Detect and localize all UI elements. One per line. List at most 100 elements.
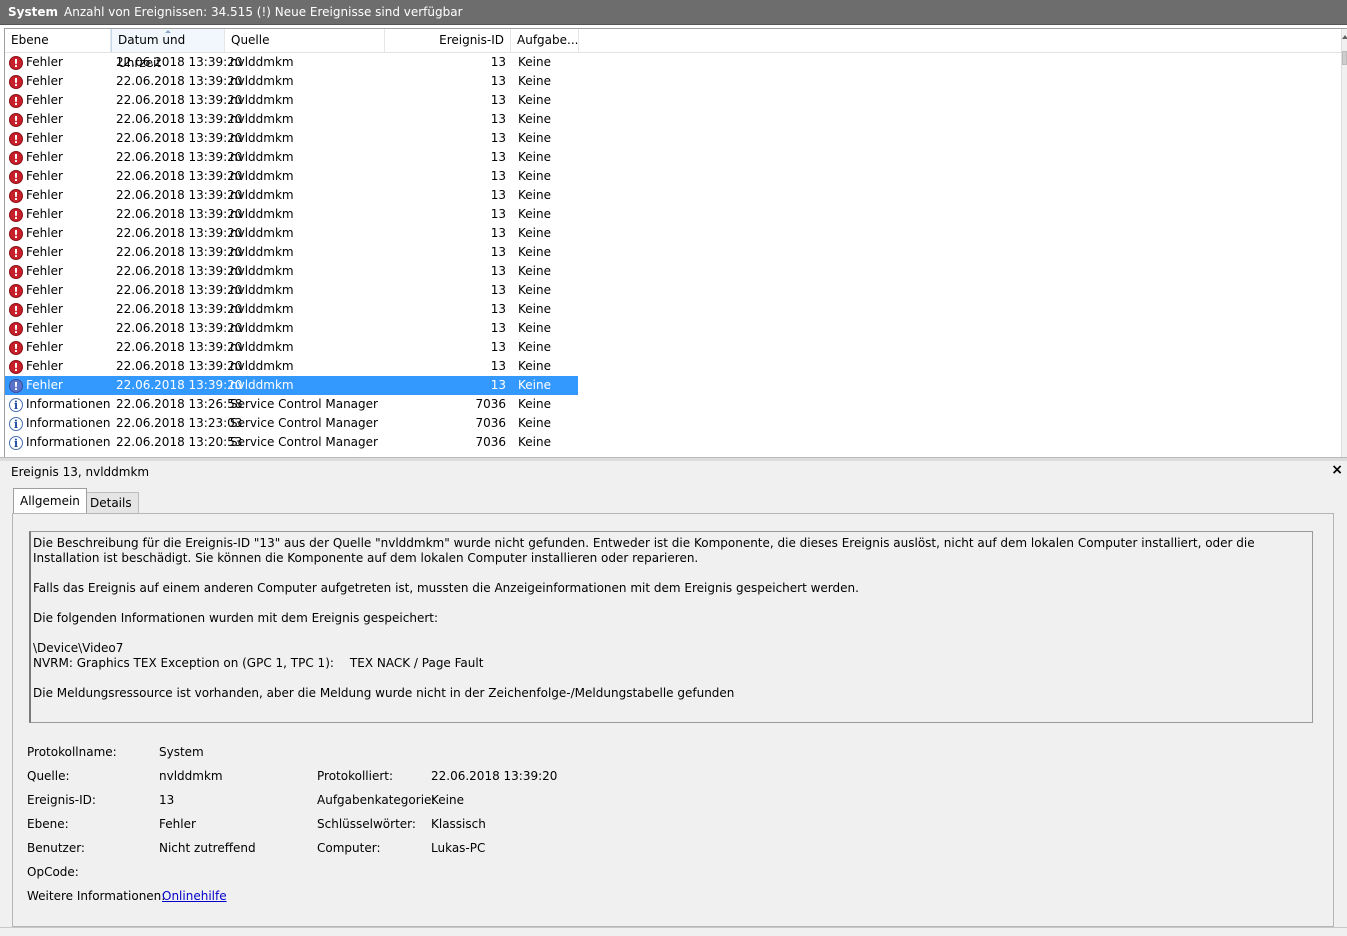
tab-general[interactable]: Allgemein [13,488,87,513]
table-row[interactable]: ! Fehler 22.06.2018 13:39:20 nvlddmkm 13 Kein… [5,53,1342,72]
cell-level: ! Fehler [9,262,111,281]
vertical-scrollbar[interactable] [1341,29,1347,457]
table-row[interactable]: ! Fehler 22.06.2018 13:39:20 nvlddmkm 13 Kein… [5,338,1342,357]
cell-datetime: 22.06.2018 13:39:20 [116,283,243,297]
level-text: Fehler [26,188,63,202]
cell-task: Keine [518,283,551,297]
table-row[interactable]: ! Fehler 22.06.2018 13:39:20 nvlddmkm 13 Kein… [5,300,1342,319]
cell-datetime: 22.06.2018 13:39:20 [116,302,243,316]
table-row[interactable]: ! Fehler 22.06.2018 13:39:20 nvlddmkm 13 Kein… [5,72,1342,91]
table-row[interactable]: ! Fehler 22.06.2018 13:39:20 nvlddmkm 13 Kein… [5,376,1342,395]
level-text: Fehler [26,74,63,88]
cell-datetime: 22.06.2018 13:39:20 [116,188,243,202]
column-datetime[interactable]: Datum und Uhrzeit [111,29,225,70]
table-row[interactable]: ! Fehler 22.06.2018 13:39:20 nvlddmkm 13 Kein… [5,91,1342,110]
cell-event-id: 13 [490,226,506,240]
level-text: Fehler [26,264,63,278]
level-text: Fehler [26,55,63,69]
scroll-up-icon[interactable] [1342,33,1347,41]
description-p2: Falls das Ereignis auf einem anderen Com… [33,581,859,595]
cell-task: Keine [518,169,551,183]
table-row[interactable]: i Informationen 22.06.2018 13:20:53 Service… [5,433,1342,452]
scroll-thumb[interactable] [1342,51,1347,65]
error-icon: ! [9,283,23,298]
description-p3: Die folgenden Informationen wurden mit d… [33,611,439,625]
table-row[interactable]: ! Fehler 22.06.2018 13:39:20 nvlddmkm 13 Kein… [5,186,1342,205]
cell-source: nvlddmkm [230,169,294,183]
table-row[interactable]: i Informationen 22.06.2018 13:23:03 Service… [5,414,1342,433]
cell-task: Keine [518,245,551,259]
cell-source: nvlddmkm [230,112,294,126]
level-text: Fehler [26,226,63,240]
cell-task: Keine [518,264,551,278]
table-row[interactable]: ! Fehler 22.06.2018 13:39:20 nvlddmkm 13 Kein… [5,281,1342,300]
cell-source: Service Control Manager [230,435,378,449]
table-row[interactable]: ! Fehler 22.06.2018 13:39:20 nvlddmkm 13 Kein… [5,224,1342,243]
event-count-status[interactable]: Anzahl von Ereignissen: 34.515 (!) Neue … [64,5,463,19]
level-value: Fehler [159,817,196,831]
cell-task: Keine [518,150,551,164]
cell-source: nvlddmkm [230,188,294,202]
event-description[interactable]: Die Beschreibung für die Ereignis-ID "13… [29,531,1313,723]
info-icon: i [9,416,23,431]
log-name: System [8,5,58,19]
nvrm-detail: TEX NACK / Page Fault [349,656,484,670]
cell-datetime: 22.06.2018 13:39:20 [116,169,243,183]
column-event-id[interactable]: Ereignis-ID [385,29,511,52]
table-row[interactable]: ! Fehler 22.06.2018 13:39:20 nvlddmkm 13 Kein… [5,110,1342,129]
table-row[interactable]: ! Fehler 22.06.2018 13:39:20 nvlddmkm 13 Kein… [5,319,1342,338]
source-value: nvlddmkm [159,769,223,783]
cell-task: Keine [518,340,551,354]
error-icon: ! [9,245,23,260]
error-icon: ! [9,321,23,336]
cell-task: Keine [518,226,551,240]
event-id-value: 13 [159,793,175,807]
cell-level: ! Fehler [9,281,111,300]
table-row[interactable]: ! Fehler 22.06.2018 13:39:20 nvlddmkm 13 Kein… [5,262,1342,281]
opcode-label: OpCode: [27,865,79,879]
table-row[interactable]: ! Fehler 22.06.2018 13:39:20 nvlddmkm 13 Kein… [5,129,1342,148]
table-row[interactable]: ! Fehler 22.06.2018 13:39:20 nvlddmkm 13 Kein… [5,243,1342,262]
table-row[interactable]: ! Fehler 22.06.2018 13:39:20 nvlddmkm 13 Kein… [5,357,1342,376]
table-row[interactable]: ! Fehler 22.06.2018 13:39:20 nvlddmkm 13 Kein… [5,205,1342,224]
cell-source: nvlddmkm [230,359,294,373]
cell-source: nvlddmkm [230,245,294,259]
table-row[interactable]: i Informationen 22.06.2018 13:26:58 Service… [5,395,1342,414]
level-text: Fehler [26,283,63,297]
cell-task: Keine [518,93,551,107]
cell-datetime: 22.06.2018 13:39:20 [116,74,243,88]
cell-datetime: 22.06.2018 13:26:58 [116,397,243,411]
cell-event-id: 13 [490,340,506,354]
cell-datetime: 22.06.2018 13:39:20 [116,340,243,354]
cell-datetime: 22.06.2018 13:39:20 [116,55,243,69]
close-icon[interactable]: × [1331,462,1343,478]
cell-source: nvlddmkm [230,150,294,164]
level-text: Fehler [26,302,63,316]
table-row[interactable]: ! Fehler 22.06.2018 13:39:20 nvlddmkm 13 Kein… [5,167,1342,186]
cell-event-id: 13 [490,321,506,335]
tab-details[interactable]: Details [83,492,139,513]
column-task-category[interactable]: Aufgabe... [511,29,579,52]
cell-source: nvlddmkm [230,340,294,354]
error-icon: ! [9,302,23,317]
cell-event-id: 13 [490,207,506,221]
cell-source: nvlddmkm [230,93,294,107]
table-row[interactable]: ! Fehler 22.06.2018 13:39:20 nvlddmkm 13 Kein… [5,148,1342,167]
cell-level: ! Fehler [9,53,111,72]
logged-label: Protokolliert: [317,769,394,783]
error-icon: ! [9,207,23,222]
cell-task: Keine [518,359,551,373]
cell-task: Keine [518,55,551,69]
cell-event-id: 13 [490,302,506,316]
online-help-link[interactable]: Onlinehilfe [162,888,227,904]
cell-source: nvlddmkm [230,131,294,145]
column-source[interactable]: Quelle [225,29,385,52]
cell-datetime: 22.06.2018 13:39:20 [116,245,243,259]
column-header: Ebene Datum und Uhrzeit Quelle Ereignis-… [5,29,1342,70]
column-level[interactable]: Ebene [5,29,111,52]
cell-event-id: 7036 [475,435,506,449]
level-text: Fehler [26,245,63,259]
level-text: Fehler [26,93,63,107]
cell-event-id: 13 [490,74,506,88]
event-list[interactable]: Ebene Datum und Uhrzeit Quelle Ereignis-… [4,28,1347,458]
